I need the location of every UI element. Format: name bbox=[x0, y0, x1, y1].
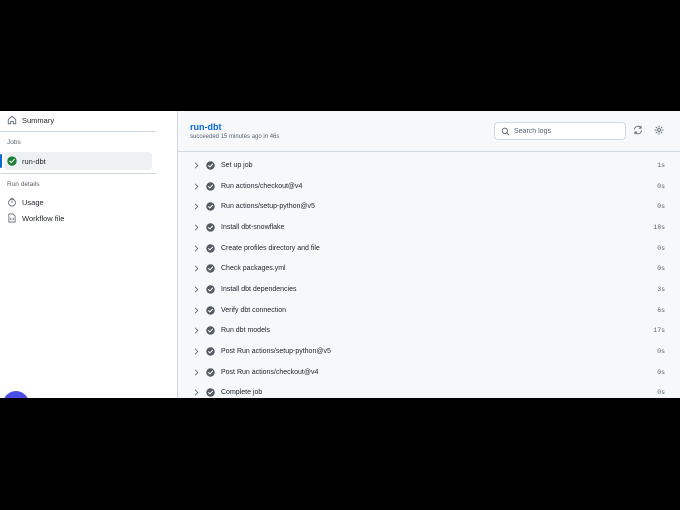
step-name: Run dbt models bbox=[221, 327, 271, 335]
search-logs-field[interactable] bbox=[494, 122, 626, 140]
check-circle-icon bbox=[206, 223, 215, 232]
check-circle-icon bbox=[206, 243, 215, 253]
chevron-right-icon[interactable] bbox=[192, 389, 200, 396]
check-circle-icon bbox=[206, 285, 215, 294]
chevron-right-icon[interactable] bbox=[192, 327, 200, 334]
step-name: Install dbt dependencies bbox=[221, 285, 297, 293]
job-step-row[interactable]: Set up job 1s bbox=[178, 155, 680, 176]
chevron-right-icon[interactable] bbox=[192, 183, 200, 190]
check-circle-icon bbox=[206, 326, 215, 336]
search-logs-input[interactable] bbox=[514, 127, 619, 135]
check-circle-icon bbox=[206, 181, 215, 191]
step-duration: 0s bbox=[657, 203, 665, 211]
jobs-heading: Jobs bbox=[7, 139, 21, 146]
sidebar: Summary Jobs run-dbt Run details Usage W… bbox=[0, 111, 158, 398]
sidebar-item-run-dbt[interactable]: run-dbt bbox=[0, 152, 152, 170]
sidebar-item-usage-label: Usage bbox=[22, 197, 44, 207]
workflow-run-page: Summary Jobs run-dbt Run details Usage W… bbox=[0, 111, 680, 398]
gear-icon bbox=[654, 122, 664, 140]
sidebar-item-workflow-file[interactable]: Workflow file bbox=[0, 209, 156, 227]
step-name: Post Run actions/checkout@v4 bbox=[221, 368, 319, 376]
refresh-button[interactable] bbox=[631, 124, 645, 138]
job-step-row[interactable]: Install dbt-snowflake 18s bbox=[178, 217, 680, 238]
stopwatch-icon bbox=[7, 197, 17, 207]
settings-button[interactable] bbox=[652, 124, 666, 138]
sidebar-divider bbox=[0, 131, 156, 132]
sidebar-divider bbox=[0, 173, 156, 174]
step-duration: 6s bbox=[657, 306, 665, 314]
step-name: Set up job bbox=[221, 161, 253, 169]
check-circle-icon bbox=[206, 202, 215, 211]
job-title[interactable]: run-dbt bbox=[190, 122, 222, 132]
job-step-row[interactable]: Run actions/setup-python@v5 0s bbox=[178, 196, 680, 217]
job-header: run-dbt succeeded 15 minutes ago in 46s bbox=[178, 111, 680, 152]
step-duration: 0s bbox=[657, 368, 665, 376]
floating-action-button[interactable] bbox=[3, 391, 29, 398]
chevron-right-icon[interactable] bbox=[192, 224, 200, 231]
chevron-right-icon[interactable] bbox=[192, 162, 200, 169]
search-icon bbox=[501, 127, 510, 136]
chevron-right-icon[interactable] bbox=[192, 245, 200, 252]
job-step-row[interactable]: Complete job 0s bbox=[178, 383, 680, 398]
sidebar-item-summary-label: Summary bbox=[22, 115, 55, 125]
job-logs-panel: run-dbt succeeded 15 minutes ago in 46s … bbox=[177, 111, 680, 398]
step-duration: 1s bbox=[657, 161, 665, 169]
run-details-heading: Run details bbox=[7, 181, 40, 188]
step-name: Check packages.yml bbox=[221, 265, 286, 273]
chevron-right-icon[interactable] bbox=[192, 369, 200, 376]
step-name: Install dbt-snowflake bbox=[221, 223, 285, 231]
home-icon bbox=[7, 115, 17, 125]
step-duration: 3s bbox=[657, 285, 665, 293]
check-circle-icon bbox=[206, 161, 215, 170]
chevron-right-icon[interactable] bbox=[192, 286, 200, 293]
job-step-row[interactable]: Post Run actions/checkout@v4 0s bbox=[178, 362, 680, 383]
sidebar-item-summary[interactable]: Summary bbox=[0, 111, 156, 129]
sidebar-item-workflow-file-label: Workflow file bbox=[22, 213, 65, 223]
step-name: Verify dbt connection bbox=[221, 306, 286, 314]
job-steps-list: Set up job 1s Run actions/checkout@v4 0s Run… bbox=[178, 155, 680, 398]
job-step-row[interactable]: Post Run actions/setup-python@v5 0s bbox=[178, 341, 680, 362]
job-step-row[interactable]: Create profiles directory and file 0s bbox=[178, 238, 680, 259]
step-duration: 0s bbox=[657, 244, 665, 252]
check-circle-icon bbox=[206, 264, 215, 273]
step-duration: 0s bbox=[657, 182, 665, 190]
step-duration: 18s bbox=[653, 223, 665, 231]
chevron-right-icon[interactable] bbox=[192, 265, 200, 272]
step-duration: 0s bbox=[657, 265, 665, 273]
check-circle-icon bbox=[206, 388, 215, 398]
check-circle-icon bbox=[206, 347, 215, 356]
step-name: Complete job bbox=[221, 389, 263, 397]
job-status: succeeded 15 minutes ago in 46s bbox=[190, 134, 280, 140]
file-code-icon bbox=[7, 213, 17, 223]
chevron-right-icon[interactable] bbox=[192, 203, 200, 210]
step-duration: 0s bbox=[657, 389, 665, 397]
job-step-row[interactable]: Check packages.yml 0s bbox=[178, 258, 680, 279]
step-duration: 17s bbox=[653, 327, 665, 335]
step-name: Create profiles directory and file bbox=[221, 244, 320, 252]
sidebar-item-run-dbt-label: run-dbt bbox=[22, 156, 46, 166]
job-step-row[interactable]: Run dbt models 17s bbox=[178, 321, 680, 342]
step-name: Run actions/setup-python@v5 bbox=[221, 203, 315, 211]
sync-icon bbox=[633, 122, 643, 140]
job-step-row[interactable]: Verify dbt connection 6s bbox=[178, 300, 680, 321]
step-name: Run actions/checkout@v4 bbox=[221, 182, 303, 190]
job-step-row[interactable]: Run actions/checkout@v4 0s bbox=[178, 176, 680, 197]
check-circle-icon bbox=[206, 368, 215, 377]
success-check-icon bbox=[7, 156, 17, 166]
check-circle-icon bbox=[206, 305, 215, 315]
step-duration: 0s bbox=[657, 348, 665, 356]
step-name: Post Run actions/setup-python@v5 bbox=[221, 348, 331, 356]
chevron-right-icon[interactable] bbox=[192, 307, 200, 314]
chevron-right-icon[interactable] bbox=[192, 348, 200, 355]
job-step-row[interactable]: Install dbt dependencies 3s bbox=[178, 279, 680, 300]
